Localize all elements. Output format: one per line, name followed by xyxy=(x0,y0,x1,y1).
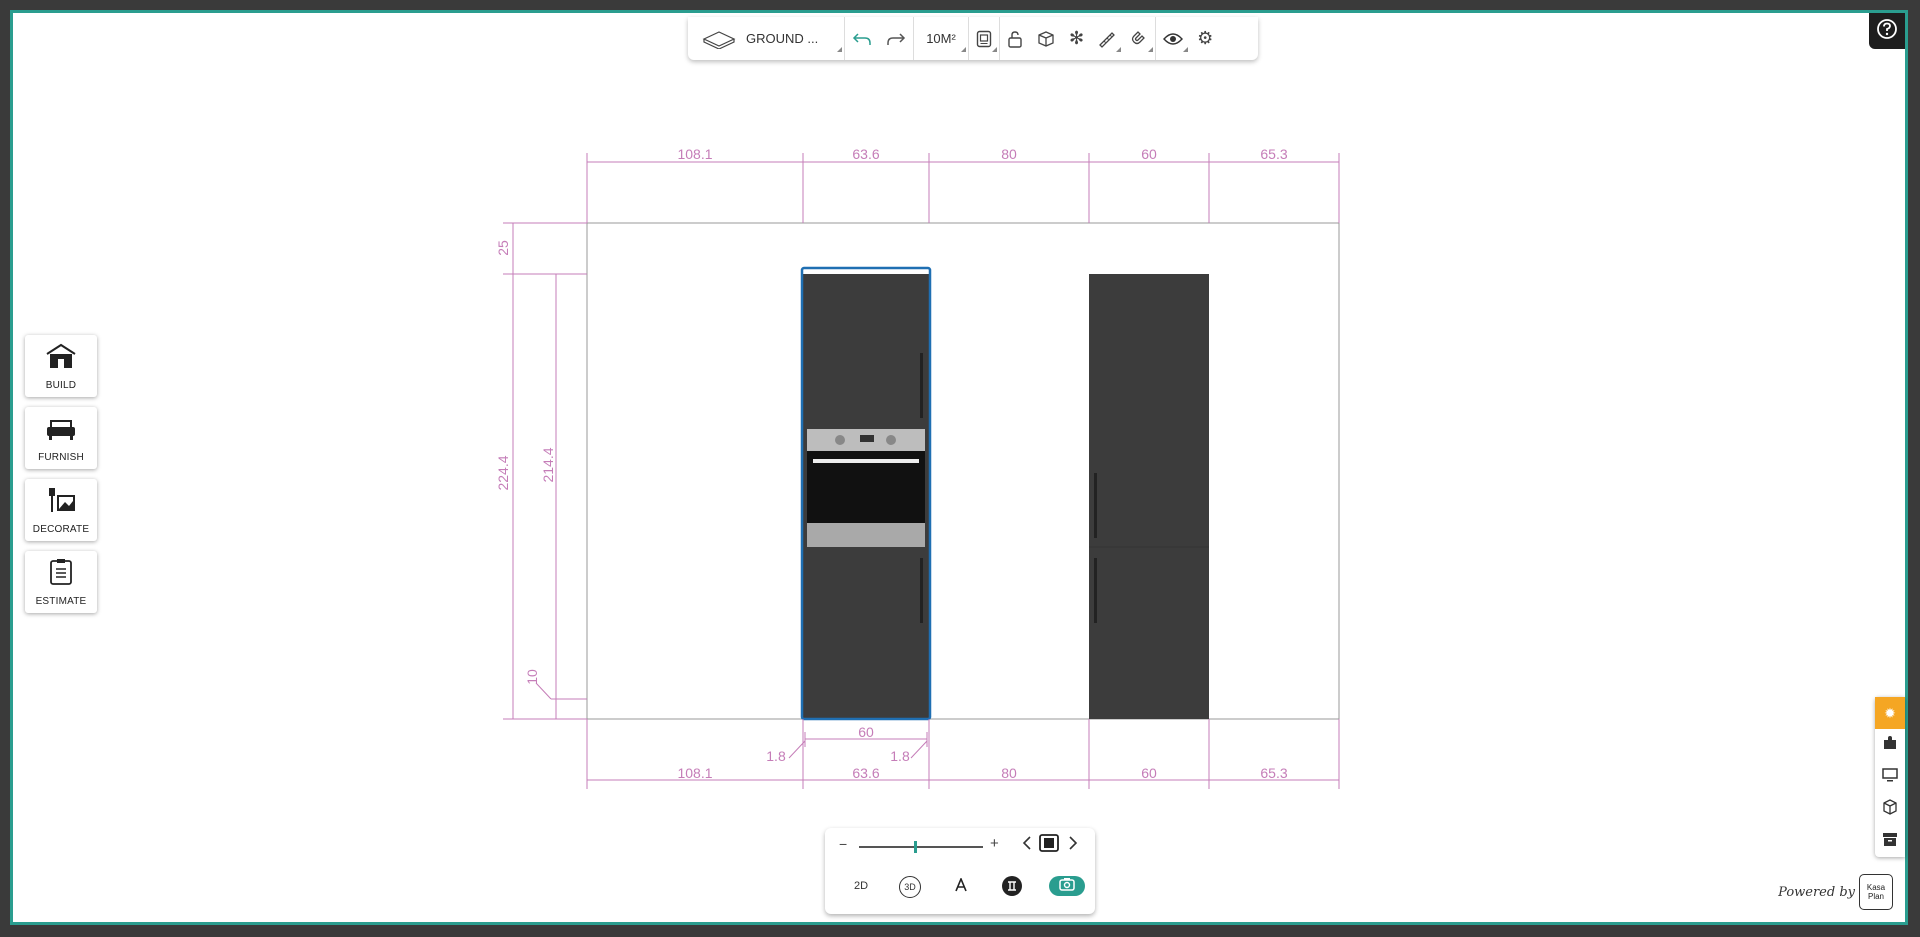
dim-top-5: 65.3 xyxy=(1260,146,1287,162)
floor-plan-icon xyxy=(702,29,736,49)
dim-left-base: 10 xyxy=(524,669,540,685)
view-2d-button[interactable]: 2D xyxy=(854,880,868,892)
camera-icon xyxy=(1059,877,1075,896)
view-3d-button[interactable]: 3D xyxy=(899,876,921,898)
document-icon xyxy=(976,30,992,48)
camera-view-icon[interactable] xyxy=(1038,833,1060,858)
lock-button[interactable] xyxy=(1000,17,1030,60)
gear-icon: ⚙ xyxy=(1197,28,1214,48)
dim-left-top: 25 xyxy=(495,240,511,256)
tall-oven-cabinet[interactable] xyxy=(800,266,932,721)
build-label: BUILD xyxy=(45,380,77,391)
elevation-drawing[interactable]: 108.1 63.6 80 60 65.3 108.1 63.6 80 60 6… xyxy=(13,13,1905,922)
cube-outline-icon xyxy=(1037,30,1055,48)
puzzle-icon xyxy=(1882,735,1898,756)
redo-icon xyxy=(886,31,906,47)
magnet-icon xyxy=(1130,30,1148,48)
zoom-out-button[interactable]: − xyxy=(839,836,847,852)
floor-label: GROUND ... xyxy=(746,31,819,46)
document-button[interactable] xyxy=(969,17,999,60)
dim-left-total: 224.4 xyxy=(495,455,511,490)
ruler-icon xyxy=(1098,30,1116,48)
furnish-menu-button[interactable]: FURNISH xyxy=(25,407,97,469)
bug-report-button[interactable]: ✹ xyxy=(1875,697,1905,729)
oven-appliance[interactable] xyxy=(807,429,925,547)
chevron-right-icon[interactable] xyxy=(1068,835,1078,856)
dim-left-inner: 214.4 xyxy=(540,447,556,482)
text-tool-icon[interactable] xyxy=(954,876,968,897)
chevron-left-icon[interactable] xyxy=(1022,835,1032,856)
display-button[interactable] xyxy=(1875,761,1905,793)
dim-bottom-5: 65.3 xyxy=(1260,765,1287,781)
right-toolbar: ✹ xyxy=(1875,697,1905,857)
dim-bottom-4: 60 xyxy=(1141,765,1157,781)
area-display[interactable]: 10M² xyxy=(914,17,968,60)
dim-top-1: 108.1 xyxy=(677,146,712,162)
dimension-tool-icon[interactable] xyxy=(1002,876,1022,896)
dim-bottom-1: 108.1 xyxy=(677,765,712,781)
decorate-menu-button[interactable]: DECORATE xyxy=(25,479,97,541)
help-icon xyxy=(1876,18,1898,45)
visibility-button[interactable] xyxy=(1156,17,1190,60)
dim-side-right: 1.8 xyxy=(890,748,910,764)
dim-top-2: 63.6 xyxy=(852,146,879,162)
help-button[interactable] xyxy=(1869,13,1905,49)
settings-button[interactable]: ⚙ xyxy=(1190,17,1220,60)
archive-button[interactable] xyxy=(1875,825,1905,857)
dim-side-left: 1.8 xyxy=(766,748,786,764)
box-icon xyxy=(1882,798,1898,820)
freeze-button[interactable]: ✻ xyxy=(1062,17,1091,60)
zoom-slider-thumb[interactable] xyxy=(913,841,917,853)
plugins-button[interactable] xyxy=(1875,729,1905,761)
wall-outline xyxy=(586,222,1340,720)
snowflake-icon: ✻ xyxy=(1069,28,1085,48)
object-button[interactable] xyxy=(1875,793,1905,825)
kasaplan-logo[interactable]: Kasa Plan xyxy=(1859,874,1893,910)
dim-top-4: 60 xyxy=(1141,146,1157,162)
house-icon xyxy=(44,342,78,375)
area-label: 10M² xyxy=(926,31,956,46)
dim-bottom-3: 80 xyxy=(1001,765,1017,781)
bug-icon: ✹ xyxy=(1884,704,1896,721)
powered-by: Powered by Kasa Plan xyxy=(1778,874,1893,910)
magnet-button[interactable] xyxy=(1123,17,1155,60)
clipboard-icon xyxy=(48,558,74,591)
canvas-frame: 108.1 63.6 80 60 65.3 108.1 63.6 80 60 6… xyxy=(10,10,1908,925)
dim-top-3: 80 xyxy=(1001,146,1017,162)
dim-unit-width: 60 xyxy=(858,724,874,740)
paint-icon xyxy=(44,486,78,519)
undo-button[interactable] xyxy=(845,17,879,60)
top-toolbar: GROUND ... 10M² ✻ ⚙ xyxy=(688,17,1258,60)
undo-icon xyxy=(852,31,872,47)
measure-button[interactable] xyxy=(1091,17,1123,60)
unlock-icon xyxy=(1007,30,1023,48)
view-control-panel: − + 2D 3D xyxy=(825,828,1095,914)
estimate-menu-button[interactable]: ESTIMATE xyxy=(25,551,97,613)
monitor-icon xyxy=(1882,767,1898,788)
logo-text-top: Kasa xyxy=(1866,883,1886,892)
floor-selector[interactable]: GROUND ... xyxy=(688,17,844,60)
screenshot-button[interactable] xyxy=(1049,876,1085,896)
furnish-label: FURNISH xyxy=(38,452,84,463)
decorate-label: DECORATE xyxy=(32,524,90,535)
redo-button[interactable] xyxy=(879,17,913,60)
build-menu-button[interactable]: BUILD xyxy=(25,335,97,397)
sofa-icon xyxy=(44,418,78,447)
eye-icon xyxy=(1163,32,1184,46)
zoom-slider[interactable] xyxy=(859,841,983,853)
archive-icon xyxy=(1882,831,1898,852)
powered-by-text: Powered by xyxy=(1778,884,1855,900)
dim-bottom-2: 63.6 xyxy=(852,765,879,781)
estimate-label: ESTIMATE xyxy=(35,596,87,607)
cube-view-button[interactable] xyxy=(1030,17,1062,60)
zoom-in-button[interactable]: + xyxy=(990,835,999,852)
tall-fridge-cabinet[interactable] xyxy=(1089,274,1209,719)
logo-text-bottom: Plan xyxy=(1867,892,1884,901)
